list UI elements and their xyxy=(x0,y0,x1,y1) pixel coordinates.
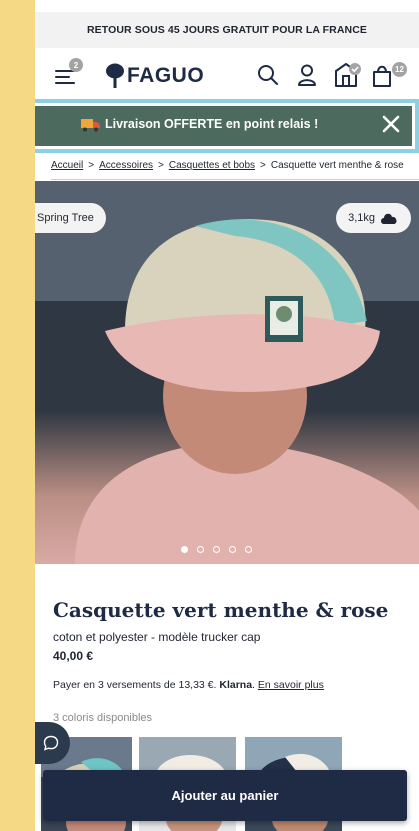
menu-icon[interactable] xyxy=(55,70,75,88)
tree-logo-icon xyxy=(106,63,124,88)
gallery-dot[interactable] xyxy=(181,546,188,553)
add-to-cart-label: Ajouter au panier xyxy=(171,788,279,803)
co2-tag: 3,1kg xyxy=(336,203,411,233)
menu-badge: 2 xyxy=(69,58,83,72)
collection-tag-label: Spring Tree xyxy=(37,212,94,224)
search-icon[interactable] xyxy=(257,64,279,86)
account-icon[interactable] xyxy=(297,64,317,86)
cloud-icon xyxy=(381,213,397,224)
collection-tag: Spring Tree xyxy=(35,203,106,233)
promo-text: RETOUR SOUS 45 JOURS GRATUIT POUR LA FRA… xyxy=(86,24,368,36)
learn-more-link[interactable]: En savoir plus xyxy=(258,679,324,691)
delivery-text: Livraison OFFERTE en point relais ! xyxy=(105,117,319,131)
gallery-dot[interactable] xyxy=(197,546,204,553)
site-header: 2 FAGUO 12 xyxy=(35,52,419,100)
store-icon[interactable] xyxy=(333,62,363,88)
gallery-dot[interactable] xyxy=(213,546,220,553)
gallery-dots xyxy=(181,546,252,553)
breadcrumb-current: Casquette vert menthe & rose xyxy=(270,160,404,171)
cart-badge: 12 xyxy=(392,62,407,77)
brand-logo[interactable]: FAGUO xyxy=(105,62,204,90)
gallery-dot[interactable] xyxy=(245,546,252,553)
product-title: Casquette vert menthe & rose xyxy=(53,598,389,622)
gallery-dot[interactable] xyxy=(229,546,236,553)
breadcrumb-caps[interactable]: Casquettes et bobs xyxy=(169,160,255,171)
promo-bar: RETOUR SOUS 45 JOURS GRATUIT POUR LA FRA… xyxy=(35,12,419,48)
delivery-banner: Livraison OFFERTE en point relais ! xyxy=(35,99,419,153)
klarna-label: Klarna xyxy=(219,679,253,691)
co2-tag-label: 3,1kg xyxy=(348,212,375,224)
close-icon[interactable] xyxy=(380,113,402,135)
product-photo xyxy=(35,181,419,564)
product-price: 40,00 € xyxy=(53,649,94,663)
truck-icon xyxy=(81,119,100,132)
product-subtitle: coton et polyester - modèle trucker cap xyxy=(53,630,261,644)
breadcrumb-accessories[interactable]: Accessoires xyxy=(99,160,153,171)
breadcrumb-home[interactable]: Accueil xyxy=(51,160,83,171)
product-page: RETOUR SOUS 45 JOURS GRATUIT POUR LA FRA… xyxy=(35,0,419,831)
product-image[interactable]: Spring Tree 3,1kg xyxy=(35,181,419,564)
installments-text: Payer en 3 versements de 13,33 €. xyxy=(53,679,217,691)
breadcrumb: Accueil > Accessoires > Casquettes et bobs > C… xyxy=(51,160,419,180)
add-to-cart-button[interactable]: Ajouter au panier xyxy=(43,770,407,821)
logo-text: FAGUO xyxy=(127,64,205,87)
installments-info: Payer en 3 versements de 13,33 €. Klarna… xyxy=(53,679,324,691)
chat-icon xyxy=(43,735,59,751)
colors-label: 3 coloris disponibles xyxy=(53,712,153,724)
